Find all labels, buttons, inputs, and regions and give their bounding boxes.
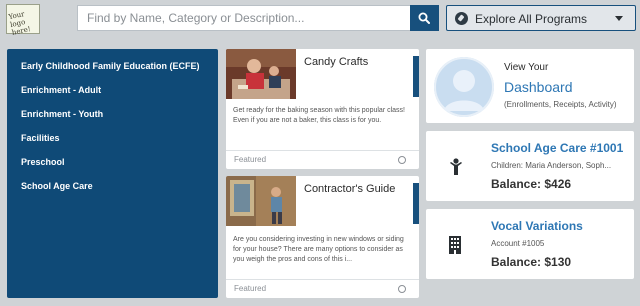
card-footer: Featured (226, 279, 419, 298)
card-accent-bar (413, 56, 419, 97)
building-icon (449, 236, 461, 254)
circle-icon[interactable] (398, 156, 406, 164)
dashboard-link[interactable]: Dashboard (504, 79, 573, 95)
sidebar-item-enrichment-youth[interactable]: Enrichment - Youth (7, 105, 218, 129)
dashboard-panel[interactable]: View Your Dashboard (Enrollments, Receip… (426, 49, 634, 123)
card-accent-bar (413, 183, 419, 224)
search-input[interactable] (78, 6, 410, 30)
account-card[interactable]: School Age Care #1001 Children: Maria An… (426, 131, 634, 201)
explore-programs-label: Explore All Programs (475, 12, 588, 26)
logo-text: Your logo here! (7, 10, 32, 37)
compass-icon (455, 12, 468, 25)
account-title[interactable]: School Age Care #1001 (491, 141, 623, 155)
account-balance: Balance: $426 (491, 177, 572, 191)
sidebar-item-preschool[interactable]: Preschool (7, 153, 218, 177)
sidebar-item-ecfe[interactable]: Early Childhood Family Education (ECFE) (7, 57, 218, 81)
circle-icon[interactable] (398, 285, 406, 293)
program-image (226, 49, 296, 99)
program-description: Get ready for the baking season with thi… (233, 107, 405, 124)
account-balance: Balance: $130 (491, 255, 572, 269)
view-your-label: View Your (504, 62, 549, 73)
sidebar-item-enrichment-adult[interactable]: Enrichment - Adult (7, 81, 218, 105)
top-bar: Your logo here! Explore All Programs (0, 0, 640, 38)
program-card[interactable]: Contractor's Guide Are you considering i… (226, 176, 419, 298)
account-card[interactable]: Vocal Variations Account #1005 Balance: … (426, 209, 634, 279)
dashboard-subtitle: (Enrollments, Receipts, Activity) (504, 100, 617, 109)
account-detail: Account #1005 (491, 239, 545, 248)
featured-tag: Featured (234, 155, 267, 164)
program-title[interactable]: Candy Crafts (304, 56, 368, 68)
featured-tag: Featured (234, 284, 267, 293)
program-card[interactable]: Candy Crafts Get ready for the baking se… (226, 49, 419, 169)
sidebar-item-facilities[interactable]: Facilities (7, 129, 218, 153)
category-sidebar: Early Childhood Family Education (ECFE) … (7, 49, 218, 298)
child-icon (450, 158, 462, 175)
explore-programs-dropdown[interactable]: Explore All Programs (446, 5, 636, 31)
search-button[interactable] (410, 5, 439, 31)
program-title[interactable]: Contractor's Guide (304, 183, 395, 195)
avatar (434, 57, 494, 117)
account-detail: Children: Maria Anderson, Soph... (491, 161, 612, 170)
card-footer: Featured (226, 150, 419, 169)
account-title[interactable]: Vocal Variations (491, 219, 583, 233)
sidebar-item-school-age-care[interactable]: School Age Care (7, 177, 218, 201)
logo[interactable]: Your logo here! (6, 4, 40, 37)
program-image (226, 176, 296, 226)
chevron-down-icon (615, 16, 623, 21)
search-icon (418, 12, 430, 24)
search-box (77, 5, 410, 31)
program-description: Are you considering investing in new win… (233, 236, 404, 263)
